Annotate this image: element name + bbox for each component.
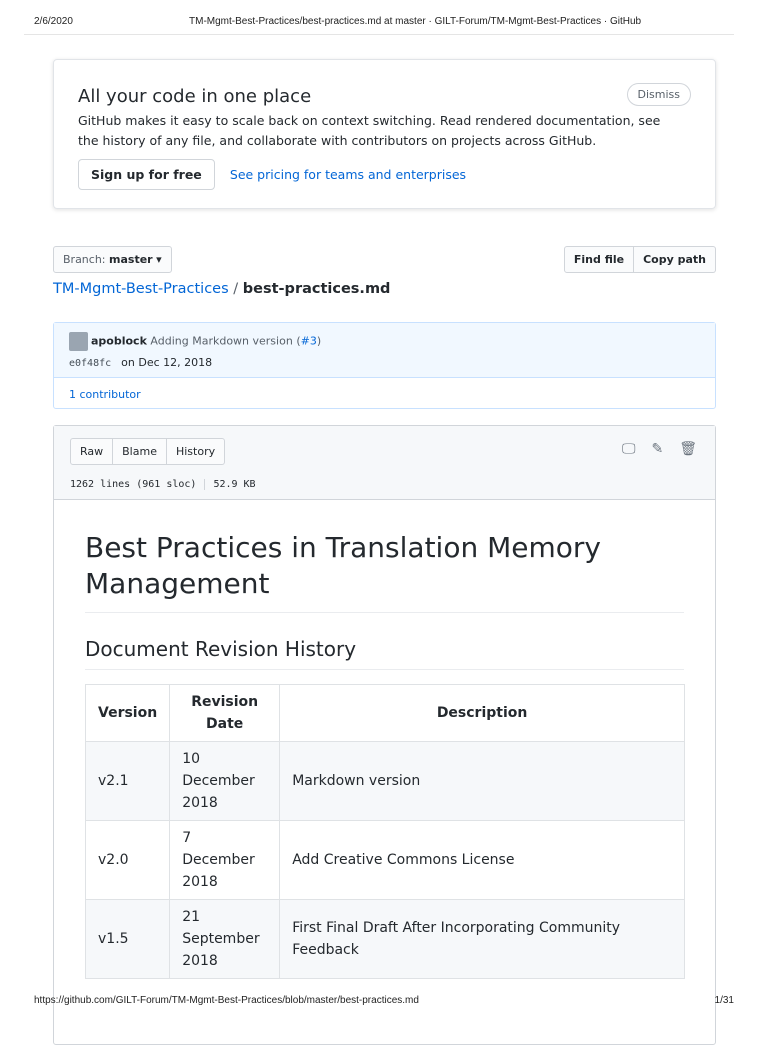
pr-paren: ) <box>316 334 322 348</box>
branch-label: Branch: <box>63 253 106 266</box>
sign-up-button[interactable]: Sign up for free <box>78 159 215 190</box>
repo-link[interactable]: TM-Mgmt-Best-Practices <box>53 281 229 297</box>
contributors-link[interactable]: 1 contributor <box>54 378 715 411</box>
commit-date: on Dec 12, 2018 <box>121 356 213 369</box>
find-file-button[interactable]: Find file <box>563 246 635 273</box>
commit-message[interactable]: Adding Markdown version <box>150 335 292 348</box>
dismiss-button[interactable]: Dismiss <box>626 83 691 106</box>
latest-commit: apoblock Adding Markdown version (#3) e0… <box>53 322 716 409</box>
copy-path-button[interactable]: Copy path <box>634 246 716 273</box>
raw-button[interactable]: Raw <box>70 438 114 465</box>
print-header: 2/6/2020 TM-Mgmt-Best-Practices/best-prac… <box>34 16 734 27</box>
file-view: Raw Blame History 1262 lines (961 sloc) 5… <box>53 425 716 1045</box>
cell: Markdown version <box>279 741 685 821</box>
file-name: best-practices.md <box>242 281 391 297</box>
blame-button[interactable]: Blame <box>113 438 167 465</box>
page-url: https://github.com/GILT-Forum/TM-Mgmt-Be… <box>34 995 419 1006</box>
cell: v2.0 <box>84 820 171 900</box>
table-header: Version Revision Date Description <box>84 684 685 742</box>
cell: Add Creative Commons License <box>279 820 685 900</box>
commit-author[interactable]: apoblock <box>91 335 147 348</box>
col-header: Revision Date <box>169 684 281 742</box>
cell: v1.5 <box>84 899 171 979</box>
print-footer: https://github.com/GILT-Forum/TM-Mgmt-Be… <box>34 995 734 1006</box>
branch-value: master <box>109 253 153 266</box>
banner-title: All your code in one place <box>78 86 312 107</box>
doc-title: Best Practices in Translation Memory Man… <box>85 530 684 613</box>
markdown-body: Best Practices in Translation Memory Man… <box>54 500 715 1009</box>
cell: First Final Draft After Incorporating Co… <box>279 899 685 979</box>
desktop-icon[interactable]: 🖵 <box>622 441 636 457</box>
branch-selector[interactable]: Branch: master ▾ <box>53 246 172 273</box>
print-date: 2/6/2020 <box>34 16 73 27</box>
col-header: Description <box>279 684 685 742</box>
cell: 7 December 2018 <box>169 820 281 900</box>
file-actions: Find file Copy path <box>563 246 716 273</box>
cell: 21 September 2018 <box>169 899 281 979</box>
line-count: 1262 lines (961 sloc) <box>70 479 197 490</box>
print-title: TM-Mgmt-Best-Practices/best-practices.md… <box>189 16 642 27</box>
revision-table: Version Revision Date Description v2.1 10 D… <box>84 684 685 979</box>
trash-icon[interactable]: 🗑 <box>679 441 697 457</box>
pricing-link[interactable]: See pricing for teams and enterprises <box>230 167 466 182</box>
pencil-icon[interactable]: ✎ <box>651 441 663 457</box>
cell: v2.1 <box>84 741 171 821</box>
col-header: Version <box>84 684 171 742</box>
breadcrumb: TM-Mgmt-Best-Practices / best-practices.… <box>53 281 390 297</box>
caret-down-icon: ▾ <box>156 253 162 266</box>
page-number: 1/31 <box>714 995 734 1006</box>
divider <box>24 34 734 35</box>
commit-sha[interactable]: e0f48fc <box>69 358 111 369</box>
banner-text: GitHub makes it easy to scale back on co… <box>78 113 661 148</box>
avatar[interactable] <box>69 332 88 351</box>
table-row: v2.0 7 December 2018 Add Creative Commons … <box>84 820 685 900</box>
table-row: v2.1 10 December 2018 Markdown version <box>84 741 685 821</box>
pr-link[interactable]: #3 <box>301 335 317 348</box>
file-size: 52.9 KB <box>213 479 256 490</box>
breadcrumb-separator: / <box>233 281 239 297</box>
section-heading: Document Revision History <box>85 637 684 670</box>
cell: 10 December 2018 <box>169 741 281 821</box>
table-row: v1.5 21 September 2018 First Final Draft A… <box>84 899 685 979</box>
signup-banner: All your code in one place GitHub makes … <box>53 59 716 209</box>
history-button[interactable]: History <box>166 438 226 465</box>
